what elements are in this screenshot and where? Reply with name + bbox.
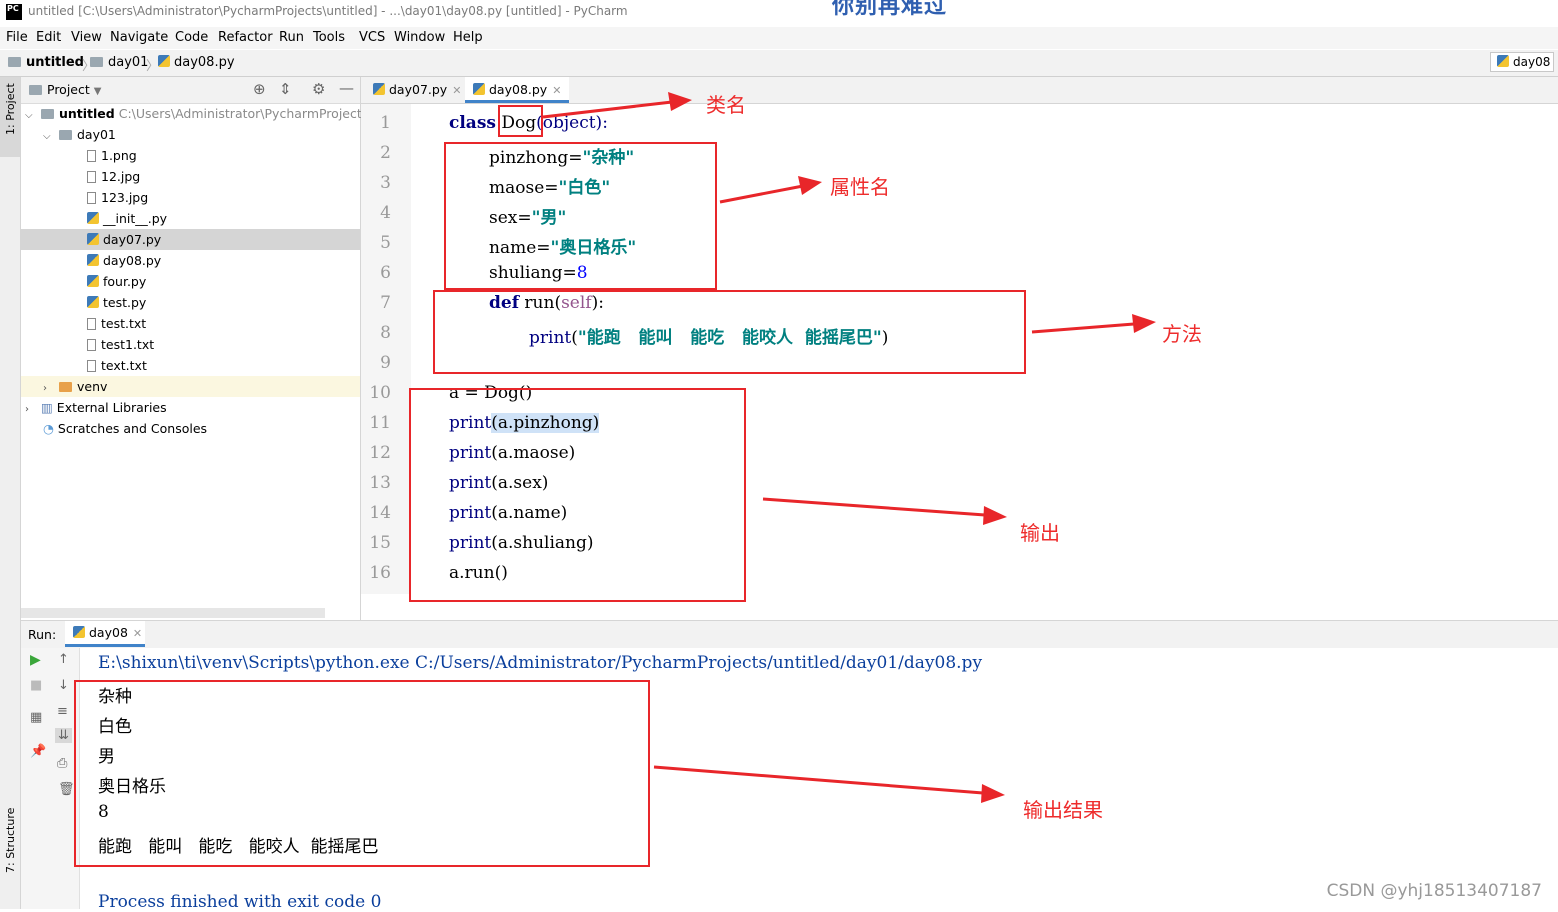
arrow-method [1031,314,1156,334]
arrow-class-name [542,92,692,119]
watermark: CSDN @yhj18513407187 [1326,881,1542,901]
annotation-label-method: 方法 [1162,322,1202,346]
annotation-label-output-result: 输出结果 [1023,798,1103,822]
annotation-label-class-name: 类名 [706,93,746,117]
arrow-attributes [719,176,822,204]
annotation-label-attributes: 属性名 [830,175,890,199]
arrow-output [762,497,1007,525]
arrow-output-result [653,765,1005,803]
annotation-label-output: 输出 [1020,521,1060,545]
annotation-arrows [542,92,1156,803]
